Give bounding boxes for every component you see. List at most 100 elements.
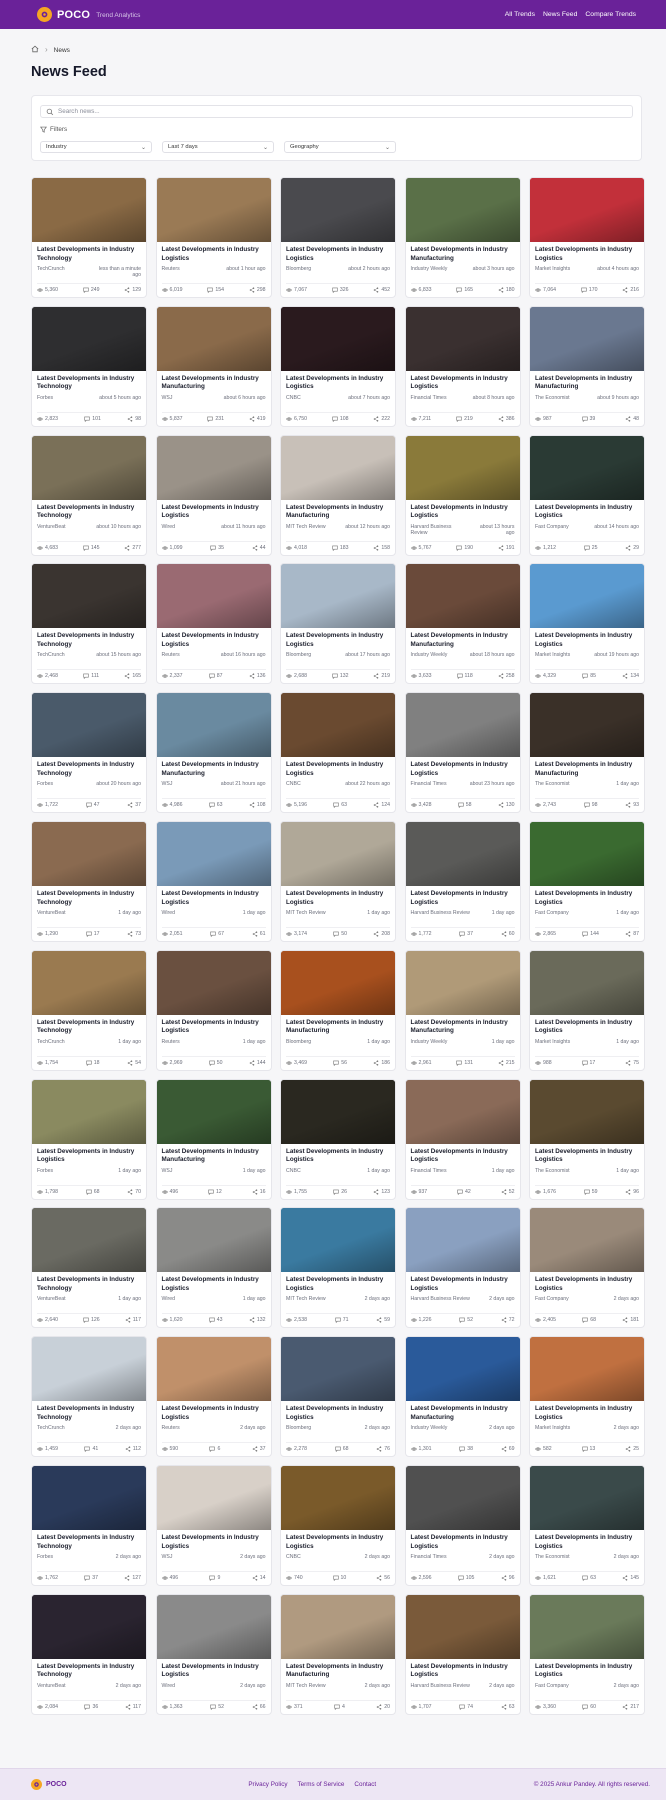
article-title[interactable]: Latest Developments in Industry Logistic… [406, 886, 520, 909]
article-title[interactable]: Latest Developments in Industry Logistic… [157, 500, 271, 523]
article-title[interactable]: Latest Developments in Industry Logistic… [157, 1272, 271, 1295]
article-title[interactable]: Latest Developments in Industry Technolo… [32, 757, 146, 780]
article-title[interactable]: Latest Developments in Industry Manufact… [406, 242, 520, 265]
news-card[interactable]: Latest Developments in Industry Logistic… [280, 1464, 396, 1586]
article-title[interactable]: Latest Developments in Industry Logistic… [530, 500, 644, 523]
news-card[interactable]: Latest Developments in Industry Technolo… [31, 305, 147, 427]
article-title[interactable]: Latest Developments in Industry Logistic… [281, 242, 395, 265]
news-card[interactable]: Latest Developments in Industry Logistic… [529, 1464, 645, 1586]
news-card[interactable]: Latest Developments in Industry Manufact… [404, 177, 521, 298]
article-image[interactable] [156, 1594, 271, 1659]
article-title[interactable]: Latest Developments in Industry Logistic… [281, 371, 395, 394]
article-image[interactable] [530, 950, 644, 1015]
search-input[interactable] [58, 108, 586, 115]
article-title[interactable]: Latest Developments in Industry Logistic… [281, 886, 395, 909]
news-card[interactable]: Latest Developments in Industry Manufact… [155, 1078, 272, 1200]
news-card[interactable]: Latest Developments in Industry Technolo… [31, 820, 147, 942]
article-title[interactable]: Latest Developments in Industry Technolo… [32, 242, 146, 265]
news-card[interactable]: Latest Developments in Industry Manufact… [155, 305, 272, 427]
news-card[interactable]: Latest Developments in Industry Logistic… [280, 1207, 396, 1329]
article-title[interactable]: Latest Developments in Industry Technolo… [32, 500, 146, 523]
article-image[interactable] [405, 306, 520, 371]
article-image[interactable] [405, 1594, 520, 1659]
article-image[interactable] [156, 950, 271, 1015]
article-title[interactable]: Latest Developments in Industry Logistic… [157, 1530, 271, 1553]
article-title[interactable]: Latest Developments in Industry Logistic… [530, 1144, 644, 1167]
article-title[interactable]: Latest Developments in Industry Technolo… [32, 1272, 146, 1295]
news-card[interactable]: Latest Developments in Industry Manufact… [529, 305, 645, 427]
article-title[interactable]: Latest Developments in Industry Logistic… [157, 886, 271, 909]
news-card[interactable]: Latest Developments in Industry Logistic… [31, 1078, 147, 1200]
news-card[interactable]: Latest Developments in Industry Logistic… [529, 563, 645, 685]
article-image[interactable] [530, 1465, 644, 1530]
date-range-select[interactable]: Last 7 days ⌄ [162, 141, 274, 153]
article-image[interactable] [530, 435, 644, 500]
article-title[interactable]: Latest Developments in Industry Logistic… [530, 886, 644, 909]
article-image[interactable] [156, 1079, 271, 1144]
article-title[interactable]: Latest Developments in Industry Logistic… [281, 1401, 395, 1424]
news-card[interactable]: Latest Developments in Industry Logistic… [404, 692, 521, 814]
article-image[interactable] [156, 1208, 271, 1273]
article-title[interactable]: Latest Developments in Industry Logistic… [281, 1272, 395, 1295]
article-title[interactable]: Latest Developments in Industry Manufact… [530, 371, 644, 394]
article-image[interactable] [32, 1079, 146, 1144]
news-card[interactable]: Latest Developments in Industry Logistic… [280, 305, 396, 427]
article-image[interactable] [156, 178, 271, 242]
article-image[interactable] [405, 821, 520, 886]
article-title[interactable]: Latest Developments in Industry Logistic… [157, 628, 271, 651]
article-title[interactable]: Latest Developments in Industry Technolo… [32, 1015, 146, 1038]
news-card[interactable]: Latest Developments in Industry Technolo… [31, 1336, 147, 1458]
article-image[interactable] [281, 821, 395, 886]
article-title[interactable]: Latest Developments in Industry Manufact… [157, 757, 271, 780]
article-title[interactable]: Latest Developments in Industry Logistic… [530, 1530, 644, 1553]
terms-link[interactable]: Terms of Service [298, 1781, 345, 1788]
article-title[interactable]: Latest Developments in Industry Logistic… [406, 371, 520, 394]
article-title[interactable]: Latest Developments in Industry Logistic… [281, 628, 395, 651]
article-image[interactable] [405, 564, 520, 629]
article-title[interactable]: Latest Developments in Industry Logistic… [157, 1015, 271, 1038]
article-image[interactable] [156, 435, 271, 500]
article-image[interactable] [405, 1465, 520, 1530]
brand-name[interactable]: POCO [57, 9, 90, 21]
home-icon[interactable] [31, 45, 39, 55]
article-image[interactable] [281, 1208, 395, 1273]
article-image[interactable] [281, 306, 395, 371]
article-title[interactable]: Latest Developments in Industry Logistic… [281, 757, 395, 780]
article-title[interactable]: Latest Developments in Industry Manufact… [406, 1015, 520, 1038]
article-image[interactable] [405, 1079, 520, 1144]
article-title[interactable]: Latest Developments in Industry Logistic… [157, 1659, 271, 1682]
news-card[interactable]: Latest Developments in Industry Logistic… [155, 177, 272, 298]
article-image[interactable] [281, 693, 395, 758]
news-card[interactable]: Latest Developments in Industry Logistic… [404, 305, 521, 427]
news-card[interactable]: Latest Developments in Industry Logistic… [404, 1593, 521, 1715]
article-image[interactable] [32, 950, 146, 1015]
news-card[interactable]: Latest Developments in Industry Logistic… [529, 1207, 645, 1329]
article-image[interactable] [32, 178, 146, 242]
news-card[interactable]: Latest Developments in Industry Logistic… [155, 949, 272, 1071]
news-card[interactable]: Latest Developments in Industry Technolo… [31, 563, 147, 685]
news-card[interactable]: Latest Developments in Industry Logistic… [155, 1464, 272, 1586]
article-title[interactable]: Latest Developments in Industry Manufact… [406, 1401, 520, 1424]
article-title[interactable]: Latest Developments in Industry Logistic… [530, 1659, 644, 1682]
article-title[interactable]: Latest Developments in Industry Logistic… [406, 1659, 520, 1682]
article-image[interactable] [32, 564, 146, 629]
article-title[interactable]: Latest Developments in Industry Technolo… [32, 1530, 146, 1553]
article-title[interactable]: Latest Developments in Industry Manufact… [530, 757, 644, 780]
news-card[interactable]: Latest Developments in Industry Logistic… [529, 820, 645, 942]
news-card[interactable]: Latest Developments in Industry Manufact… [529, 692, 645, 814]
article-image[interactable] [405, 693, 520, 758]
news-card[interactable]: Latest Developments in Industry Technolo… [31, 1593, 147, 1715]
news-card[interactable]: Latest Developments in Industry Manufact… [404, 563, 521, 685]
article-image[interactable] [405, 178, 520, 242]
article-image[interactable] [281, 1337, 395, 1402]
article-title[interactable]: Latest Developments in Industry Technolo… [32, 371, 146, 394]
news-card[interactable]: Latest Developments in Industry Logistic… [280, 692, 396, 814]
contact-link[interactable]: Contact [354, 1781, 376, 1788]
article-image[interactable] [156, 564, 271, 629]
news-card[interactable]: Latest Developments in Industry Logistic… [155, 820, 272, 942]
article-title[interactable]: Latest Developments in Industry Logistic… [406, 1530, 520, 1553]
article-image[interactable] [156, 821, 271, 886]
nav-news-feed[interactable]: News Feed [543, 11, 577, 18]
article-title[interactable]: Latest Developments in Industry Logistic… [406, 757, 520, 780]
article-image[interactable] [530, 1208, 644, 1273]
